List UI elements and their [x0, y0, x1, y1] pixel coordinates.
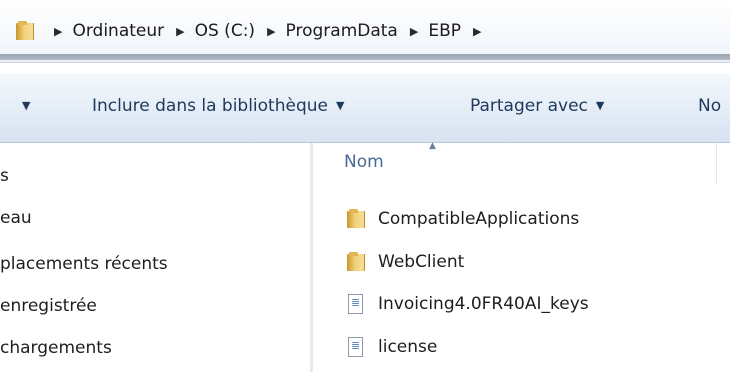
nav-item-favorites[interactable]: s	[0, 166, 9, 186]
chevron-down-icon: ▼	[22, 99, 31, 112]
sort-ascending-icon: ▲	[429, 141, 436, 151]
organize-dropdown[interactable]: ▼	[14, 96, 30, 116]
breadcrumb-arrow-icon[interactable]: ▶	[176, 25, 184, 38]
folder-icon	[345, 251, 367, 273]
breadcrumb-item-programdata[interactable]: ProgramData	[286, 21, 398, 41]
new-folder-button[interactable]: No	[698, 96, 721, 116]
breadcrumb-arrow-icon[interactable]: ▶	[267, 25, 275, 38]
file-name: CompatibleApplications	[378, 209, 580, 229]
file-icon	[345, 293, 367, 315]
chevron-down-icon: ▼	[335, 99, 345, 112]
include-library-button[interactable]: Inclure dans la bibliothèque ▼	[92, 96, 344, 116]
breadcrumb-item-computer[interactable]: Ordinateur	[72, 21, 164, 41]
breadcrumb-item-drive[interactable]: OS (C:)	[195, 21, 255, 41]
nav-item-recent-places[interactable]: placements récents	[0, 254, 168, 274]
list-item[interactable]: license	[345, 332, 437, 362]
breadcrumb: ▶ Ordinateur ▶ OS (C:) ▶ ProgramData ▶ E…	[14, 16, 491, 46]
nav-item-downloads[interactable]: chargements	[0, 338, 112, 358]
list-item[interactable]: Invoicing4.0FR40AI_keys	[345, 289, 589, 319]
breadcrumb-arrow-icon[interactable]: ▶	[473, 25, 481, 38]
file-name: license	[378, 337, 438, 357]
chevron-down-icon: ▼	[595, 99, 605, 112]
breadcrumb-arrow-icon[interactable]: ▶	[410, 25, 418, 38]
file-name: WebClient	[378, 252, 465, 272]
file-name: Invoicing4.0FR40AI_keys	[378, 294, 589, 314]
share-with-label: Partager avec	[470, 96, 588, 116]
folder-icon	[345, 208, 367, 230]
folder-icon	[14, 20, 38, 42]
include-library-label: Inclure dans la bibliothèque	[92, 96, 328, 116]
nav-item-saved[interactable]: enregistrée	[0, 296, 97, 316]
nav-item-desktop[interactable]: eau	[0, 208, 32, 228]
breadcrumb-item-ebp[interactable]: EBP	[428, 21, 461, 41]
column-divider[interactable]	[716, 143, 717, 183]
file-icon	[345, 336, 367, 358]
breadcrumb-arrow-icon[interactable]: ▶	[54, 25, 62, 38]
column-header-name[interactable]: Nom	[344, 152, 384, 172]
list-item[interactable]: WebClient	[345, 247, 464, 277]
window-divider	[0, 54, 730, 60]
list-item[interactable]: CompatibleApplications	[345, 204, 579, 234]
command-bar: ▼ Inclure dans la bibliothèque ▼ Partager…	[0, 74, 730, 143]
share-with-button[interactable]: Partager avec ▼	[470, 96, 604, 116]
